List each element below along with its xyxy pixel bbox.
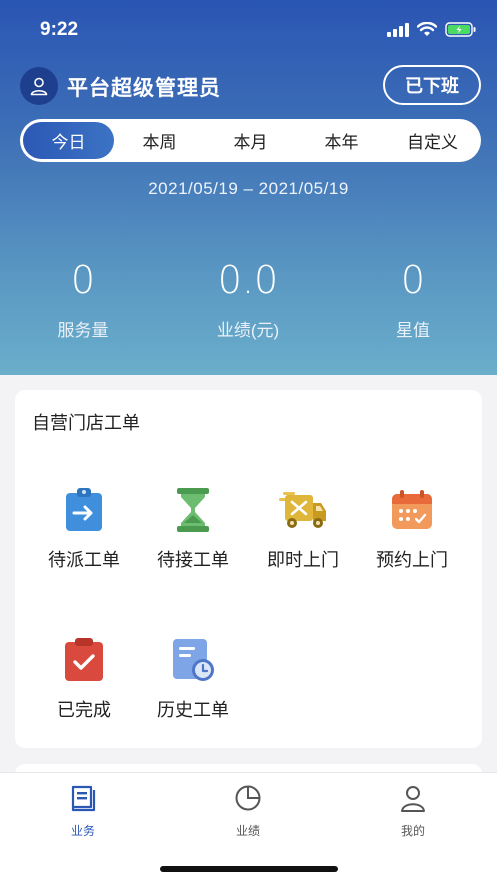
tabbar-label: 我的 — [400, 824, 425, 838]
history-orders-item[interactable]: 历史工单 — [138, 636, 248, 722]
status-icons — [387, 22, 477, 37]
stats-row: 0 服务量 0.0 业绩(元) 0 星值 — [0, 258, 497, 348]
clipboard-check-icon — [60, 636, 108, 684]
top-bar: 平台超级管理员 已下班 — [0, 62, 497, 108]
grid-label: 即时上门 — [267, 550, 339, 570]
stat-label: 星值 — [396, 321, 430, 340]
store-orders-card: 自营门店工单 待派工单 待接工单 即时上门 预约上门 已完成 历史工单 — [15, 390, 482, 748]
stat-label: 业绩(元) — [216, 321, 280, 340]
stat-value: 0 — [400, 258, 426, 302]
history-document-icon — [169, 636, 217, 684]
card-title: 自营门店工单 — [32, 413, 140, 433]
tabbar-label: 业绩 — [235, 824, 260, 838]
grid-label: 已完成 — [57, 700, 111, 720]
clipboard-arrow-icon — [60, 486, 108, 534]
admin-name: 平台超级管理员 — [67, 77, 221, 100]
period-tabs: 今日 本周 本月 本年 自定义 — [20, 119, 481, 162]
wifi-icon — [417, 22, 437, 36]
calendar-icon — [388, 486, 436, 534]
stat-stars: 0 星值 — [330, 258, 496, 341]
signal-icon — [387, 22, 409, 37]
grid-label: 待派工单 — [48, 550, 120, 570]
tabbar-item-business[interactable]: 业务 — [28, 783, 138, 839]
hourglass-icon — [169, 486, 217, 534]
pending-dispatch-item[interactable]: 待派工单 — [29, 486, 139, 572]
business-icon — [71, 785, 96, 812]
grid-label: 预约上门 — [376, 550, 448, 570]
status-time: 9:22 — [40, 19, 79, 40]
stat-performance: 0.0 业绩(元) — [165, 258, 331, 341]
battery-icon — [445, 22, 476, 37]
stat-value: 0.0 — [217, 258, 279, 302]
stat-label: 服务量 — [57, 321, 109, 340]
stat-value: 0 — [70, 258, 96, 302]
tabbar-item-performance[interactable]: 业绩 — [193, 783, 303, 839]
tabbar-item-profile[interactable]: 我的 — [358, 783, 468, 839]
grid-label: 待接工单 — [157, 550, 229, 570]
home-indicator — [160, 866, 338, 872]
pie-chart-icon — [235, 785, 261, 811]
tab-week[interactable]: 本周 — [114, 122, 205, 159]
pending-accept-item[interactable]: 待接工单 — [138, 486, 248, 572]
tab-month[interactable]: 本月 — [205, 122, 296, 159]
avatar[interactable] — [20, 67, 58, 105]
tab-today[interactable]: 今日 — [23, 122, 114, 159]
header-hero: 9:22 平台超级管理员 已下班 今日 本周 本月 本年 自定义 2021/05… — [0, 0, 497, 375]
tabbar-label: 业务 — [70, 824, 95, 838]
profile-icon — [401, 786, 425, 812]
appointment-visit-item[interactable]: 预约上门 — [357, 486, 467, 572]
grid-label: 历史工单 — [157, 700, 229, 720]
completed-item[interactable]: 已完成 — [29, 636, 139, 722]
tab-custom[interactable]: 自定义 — [387, 122, 478, 159]
user-icon — [30, 77, 48, 96]
date-range: 2021/05/19 – 2021/05/19 — [148, 179, 349, 198]
instant-visit-item[interactable]: 即时上门 — [248, 486, 358, 572]
status-bar: 9:22 — [0, 0, 497, 58]
tab-year[interactable]: 本年 — [296, 122, 387, 159]
stat-service-count: 0 服务量 — [0, 258, 166, 341]
off-duty-button[interactable]: 已下班 — [383, 65, 481, 105]
delivery-truck-icon — [279, 486, 327, 534]
